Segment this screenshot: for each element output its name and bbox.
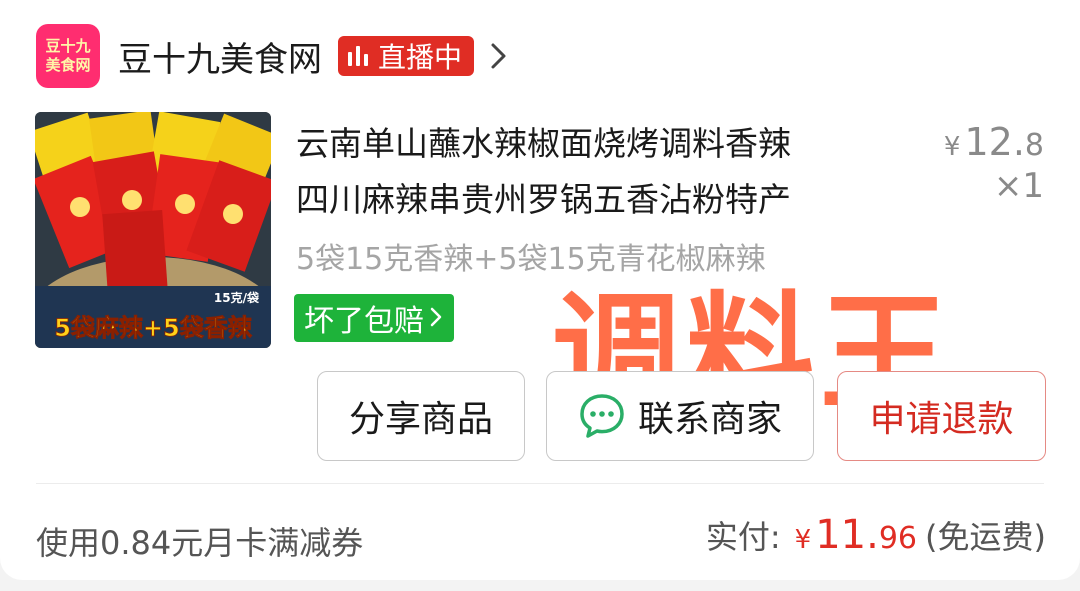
chevron-right-icon[interactable]: [490, 36, 520, 76]
pay-label: 实付:: [705, 518, 781, 556]
product-quantity: ×1: [993, 166, 1044, 206]
wechat-chat-icon: [578, 392, 626, 440]
chevron-right-small-icon: [430, 302, 442, 335]
image-weight-tag: 15克/袋: [214, 290, 260, 305]
contact-seller-label: 联系商家: [637, 399, 782, 440]
share-product-button[interactable]: 分享商品: [317, 371, 525, 461]
coupon-text: 使用0.84元月卡满减券: [36, 524, 364, 562]
product-title-line2: 四川麻辣串贵州罗锅五香沾粉特产: [296, 180, 791, 219]
store-header[interactable]: 豆十九 美食网 豆十九美食网 直播中: [36, 24, 520, 88]
price-cents: 8: [1024, 128, 1044, 163]
pay-currency: ¥: [794, 525, 812, 555]
live-bars-icon: [348, 46, 368, 66]
request-refund-label: 申请退款: [869, 399, 1014, 440]
product-title-line1: 云南单山蘸水辣椒面烧烤调料香辣: [296, 124, 791, 163]
pay-summary: 实付: ¥ 11. 96 (免运费): [706, 512, 1046, 558]
product-title[interactable]: 云南单山蘸水辣椒面烧烤调料香辣 四川麻辣串贵州罗锅五香沾粉特产: [296, 116, 936, 228]
image-bottom-caption: 5袋麻辣+5袋香辣: [54, 314, 253, 342]
price-currency: ¥: [943, 132, 961, 162]
shipping-note: (免运费): [925, 518, 1046, 556]
product-price: ¥12.8: [944, 120, 1044, 164]
share-product-label: 分享商品: [348, 399, 493, 440]
request-refund-button[interactable]: 申请退款: [837, 371, 1046, 461]
order-card: 豆十九 美食网 豆十九美食网 直播中 15克/袋 5袋麻辣+5袋香辣 云南单山蘸…: [0, 0, 1080, 580]
store-logo: 豆十九 美食网: [36, 24, 100, 88]
divider: [36, 483, 1044, 484]
pay-amount-decimal: 96: [878, 521, 918, 556]
contact-seller-button[interactable]: 联系商家: [546, 371, 814, 461]
guarantee-label: 坏了包赔: [304, 304, 424, 339]
store-name[interactable]: 豆十九美食网: [118, 32, 322, 81]
store-logo-line2: 美食网: [45, 56, 91, 74]
price-integer: 12.: [964, 120, 1025, 164]
store-logo-line1: 豆十九: [45, 37, 91, 55]
live-badge[interactable]: 直播中: [338, 36, 475, 76]
product-spec: 5袋15克香辣+5袋15克青花椒麻辣: [296, 242, 766, 277]
product-image[interactable]: 15克/袋 5袋麻辣+5袋香辣: [35, 112, 271, 348]
live-badge-label: 直播中: [378, 41, 463, 74]
pay-amount-integer: 11.: [815, 512, 879, 558]
guarantee-badge[interactable]: 坏了包赔: [294, 294, 454, 342]
